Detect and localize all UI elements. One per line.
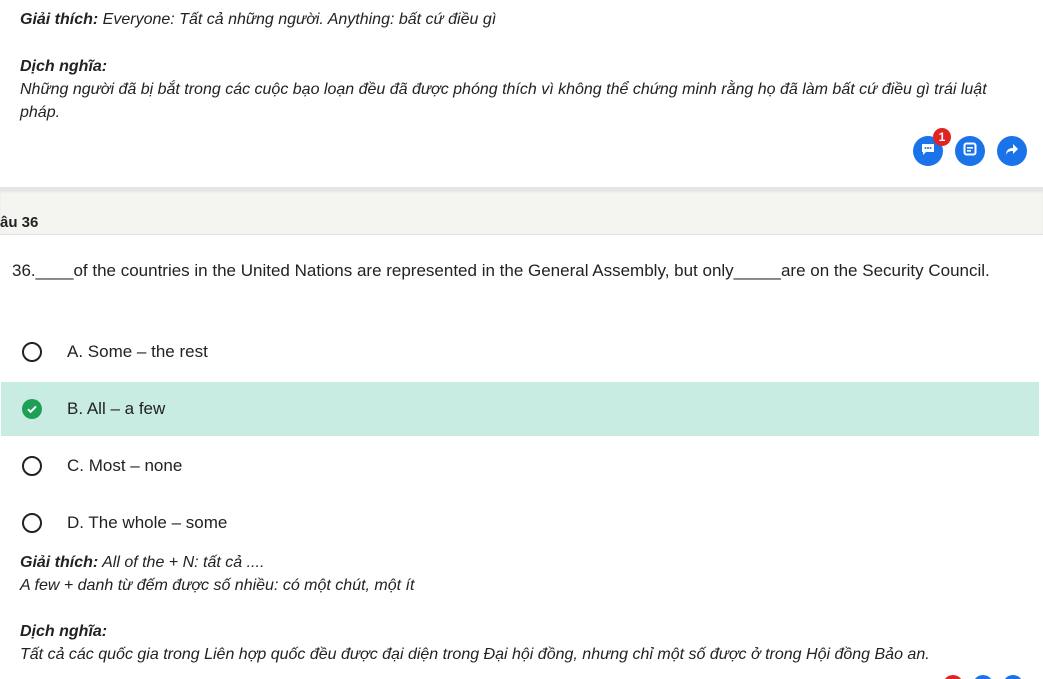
comment-count-badge: 1 — [933, 128, 951, 146]
share-icon — [1004, 141, 1020, 162]
radio-icon[interactable] — [22, 456, 42, 476]
note-button-peek[interactable] — [973, 675, 993, 679]
option-d[interactable]: D. The whole – some — [1, 496, 1039, 550]
explanation-line-2: A few + danh từ đếm được số nhiều: có mộ… — [20, 577, 415, 594]
translation-text: Tất cả các quốc gia trong Liên hợp quốc … — [20, 646, 930, 663]
option-label: D. The whole – some — [67, 513, 228, 532]
translation: Dịch nghĩa: Tất cả các quốc gia trong Li… — [20, 620, 1023, 666]
share-button-peek[interactable] — [1003, 675, 1023, 679]
comment-button[interactable]: 1 — [913, 128, 951, 166]
prev-translation-label: Dịch nghĩa: — [20, 58, 108, 75]
option-label: A. Some – the rest — [67, 342, 208, 361]
option-c[interactable]: C. Most – none — [1, 439, 1039, 493]
question-text: 36.____of the countries in the United Na… — [12, 261, 990, 280]
option-label: C. Most – none — [67, 456, 183, 475]
prev-translation-text: Những người đã bị bắt trong các cuộc bạo… — [20, 81, 987, 121]
comment-icon — [920, 141, 936, 162]
translation-label: Dịch nghĩa: — [20, 623, 108, 640]
explanation: Giải thích: All of the + N: tất cả .... … — [20, 551, 1023, 597]
question-number: âu 36 — [0, 214, 39, 231]
explanation-line-1: All of the + N: tất cả .... — [98, 554, 265, 571]
option-b[interactable]: B. All – a few — [1, 382, 1039, 436]
radio-icon[interactable] — [22, 513, 42, 533]
prev-translation: Dịch nghĩa: Những người đã bị bắt trong … — [20, 55, 1023, 124]
prev-explanation-label: Giải thích: — [20, 11, 99, 28]
action-bar: 1 — [913, 128, 1027, 166]
prev-explanation-text: Everyone: Tất cả những người. Anything: … — [98, 11, 497, 28]
page: Giải thích: Everyone: Tất cả những người… — [0, 0, 1043, 679]
next-action-bar — [943, 675, 1023, 679]
note-button[interactable] — [955, 136, 985, 166]
note-icon — [962, 141, 978, 162]
question-header: âu 36 — [0, 190, 1043, 235]
option-label: B. All – a few — [67, 399, 166, 418]
share-button[interactable] — [997, 136, 1027, 166]
check-circle-icon — [22, 399, 42, 419]
explanation-label: Giải thích: — [20, 554, 99, 571]
comment-badge-peek — [943, 675, 963, 679]
radio-icon[interactable] — [22, 342, 42, 362]
option-a[interactable]: A. Some – the rest — [1, 325, 1039, 379]
prev-explanation: Giải thích: Everyone: Tất cả những người… — [20, 8, 1023, 31]
